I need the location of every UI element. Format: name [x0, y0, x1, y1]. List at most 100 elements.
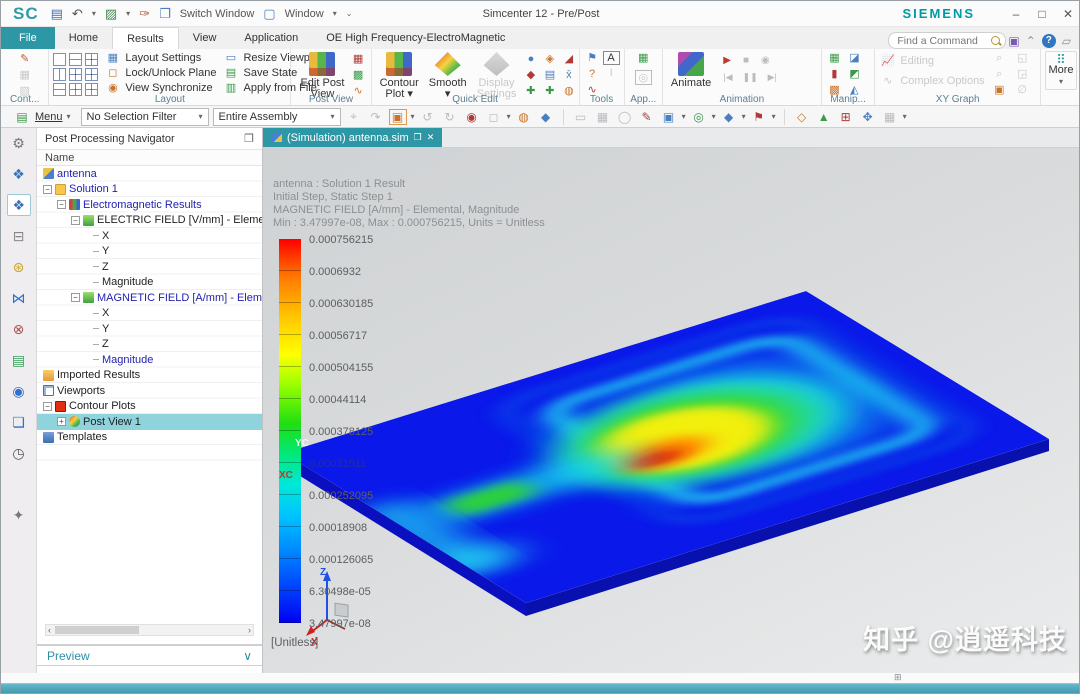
- qe-xbar-icon[interactable]: x̄: [560, 68, 577, 83]
- find-command-input[interactable]: [888, 32, 1007, 49]
- tree-row[interactable]: − Contour Plots: [37, 399, 262, 415]
- tree-item-label[interactable]: Magnitude: [102, 354, 153, 366]
- table-icon[interactable]: ▦: [881, 110, 899, 124]
- switch-window-button[interactable]: Switch Window: [180, 8, 255, 20]
- undo-icon[interactable]: ↶: [72, 5, 83, 23]
- tree-row[interactable]: − Electromagnetic Results: [37, 197, 262, 213]
- selection-filter-dropdown[interactable]: No Selection Filter ▾: [80, 107, 209, 126]
- post-view-small2-icon[interactable]: ▩: [350, 68, 367, 83]
- manip4-icon[interactable]: ◩: [846, 67, 863, 82]
- undo-dropdown-icon[interactable]: ▾: [92, 9, 96, 18]
- menu-button[interactable]: ▤ Menu ▾: [7, 109, 77, 125]
- layout-grid-icon[interactable]: [85, 53, 99, 66]
- render-style-icon[interactable]: ◍: [515, 110, 533, 124]
- group-label-animation[interactable]: Animation: [663, 94, 821, 105]
- qe-curve-icon[interactable]: ◢: [560, 52, 577, 67]
- cube-dropdown-icon[interactable]: ▾: [742, 112, 746, 121]
- terrain-icon[interactable]: ▲: [815, 110, 833, 124]
- ribbon-window-icon[interactable]: ▣: [1008, 34, 1019, 48]
- tab-close-icon[interactable]: ✕: [427, 132, 435, 143]
- collapse-icon[interactable]: −: [43, 401, 52, 411]
- grid-icon[interactable]: ⊞: [837, 110, 855, 124]
- tree-row[interactable]: Magnitude: [37, 275, 262, 291]
- magnet-icon[interactable]: ◉: [463, 110, 481, 124]
- manip3-icon[interactable]: ▮: [826, 67, 843, 82]
- window-icon[interactable]: ▭: [572, 110, 590, 124]
- layout-grid6-icon[interactable]: [85, 68, 99, 81]
- group-label-xy-graph[interactable]: XY Graph: [875, 94, 1040, 105]
- tools-question-icon[interactable]: ?: [584, 67, 601, 82]
- touch-mode-icon[interactable]: ✑: [139, 5, 150, 23]
- step-first-icon[interactable]: |◀: [723, 72, 732, 83]
- tree-row[interactable]: Z: [37, 337, 262, 353]
- tree-item-label[interactable]: ELECTRIC FIELD [V/mm] - Elemental: [97, 214, 262, 226]
- flag-icon[interactable]: ⚑: [750, 110, 768, 124]
- tree-item-label[interactable]: antenna: [57, 168, 97, 180]
- tree-row[interactable]: Viewports: [37, 383, 262, 399]
- tree-item-label[interactable]: X: [102, 230, 109, 242]
- brush-icon[interactable]: ✎: [638, 110, 656, 124]
- collapse-icon[interactable]: −: [71, 293, 80, 303]
- tree-row[interactable]: Magnitude: [37, 352, 262, 368]
- image-icon[interactable]: ▦: [594, 110, 612, 124]
- tree-item-label[interactable]: X: [102, 307, 109, 319]
- shaded-view-icon[interactable]: ◆: [537, 110, 555, 124]
- lock-unlock-plane-button[interactable]: ◻ Lock/Unlock Plane: [104, 66, 216, 80]
- save-icon[interactable]: ▤: [51, 5, 63, 23]
- tree-row[interactable]: X: [37, 228, 262, 244]
- tab-application[interactable]: Application: [230, 27, 312, 49]
- connection-navigator-icon[interactable]: ⊗: [7, 318, 31, 340]
- qe-ball-icon[interactable]: ●: [522, 52, 539, 67]
- tree-item-label[interactable]: Magnitude: [102, 276, 153, 288]
- tree-item-label[interactable]: Y: [102, 245, 109, 257]
- maximize-button[interactable]: □: [1029, 7, 1055, 21]
- sphere-dropdown-icon[interactable]: ▾: [712, 112, 716, 121]
- scroll-right-icon[interactable]: ›: [248, 625, 251, 635]
- settings-gear-icon[interactable]: ⚙: [7, 132, 31, 154]
- view-synchronize-button[interactable]: ◉ View Synchronize: [104, 81, 216, 95]
- tools-annotation-icon[interactable]: A: [602, 51, 620, 65]
- window-menu-button[interactable]: Window: [285, 8, 324, 20]
- select-box-icon[interactable]: ▣: [388, 108, 407, 125]
- xy-probe2-icon[interactable]: ⌕: [991, 67, 1008, 82]
- more-button[interactable]: ⠿ More ▾: [1045, 51, 1077, 90]
- snap-point-icon[interactable]: ⌖: [345, 109, 363, 124]
- doc-icon[interactable]: ▱: [1062, 34, 1071, 48]
- xy-rect2-icon[interactable]: ◲: [1014, 67, 1031, 82]
- record-icon[interactable]: ◉: [761, 55, 770, 66]
- panel-float-icon[interactable]: ❐: [244, 132, 254, 145]
- tree-item-label[interactable]: Solution 1: [69, 183, 118, 195]
- tree-item-label[interactable]: MAGNETIC FIELD [A/mm] - Elemental: [97, 292, 262, 304]
- manipulate-icon[interactable]: ✦: [7, 504, 31, 526]
- close-button[interactable]: ✕: [1055, 7, 1079, 21]
- play-icon[interactable]: ▶: [723, 55, 731, 66]
- contour-stamp-icon[interactable]: ▦: [16, 68, 33, 83]
- cube-icon[interactable]: ◆: [720, 110, 738, 124]
- qe-marker-icon[interactable]: ◆: [522, 68, 539, 83]
- help-icon[interactable]: ?: [1041, 33, 1056, 48]
- post-processing-navigator-icon[interactable]: ❖: [6, 194, 31, 216]
- header-icon[interactable]: ▣: [660, 110, 678, 124]
- constraint-navigator-icon[interactable]: ⊟: [7, 225, 31, 247]
- marquee-dropdown-icon[interactable]: ▾: [507, 112, 511, 121]
- qe-layers-icon[interactable]: ▤: [541, 68, 558, 83]
- group-label-quick-edit[interactable]: Quick Edit: [372, 94, 579, 105]
- group-label-cont[interactable]: Cont...: [1, 94, 48, 105]
- tree-item-label[interactable]: Y: [102, 323, 109, 335]
- step-last-icon[interactable]: ▶|: [768, 72, 777, 83]
- tab-file[interactable]: File: [1, 27, 55, 49]
- tab-results[interactable]: Results: [112, 27, 179, 49]
- motion-navigator-icon[interactable]: ⋈: [7, 287, 31, 309]
- post-view-small1-icon[interactable]: ▦: [350, 52, 367, 67]
- expand-icon[interactable]: ✥: [859, 110, 877, 124]
- color-bar-icon[interactable]: [7, 473, 31, 495]
- collapse-icon[interactable]: −: [71, 215, 80, 225]
- tree-item-label[interactable]: Imported Results: [57, 369, 140, 381]
- group-label-post-view[interactable]: Post View: [291, 94, 370, 105]
- qe-points-icon[interactable]: ◈: [541, 52, 558, 67]
- xy-editing-button[interactable]: 📈 Editing: [879, 54, 984, 68]
- group-label-tools[interactable]: Tools: [580, 94, 624, 105]
- horizontal-scrollbar[interactable]: ‹ ›: [45, 624, 254, 636]
- collapse-ribbon-icon[interactable]: ⌃: [1026, 34, 1036, 48]
- orbit-icon[interactable]: ◯: [616, 110, 634, 124]
